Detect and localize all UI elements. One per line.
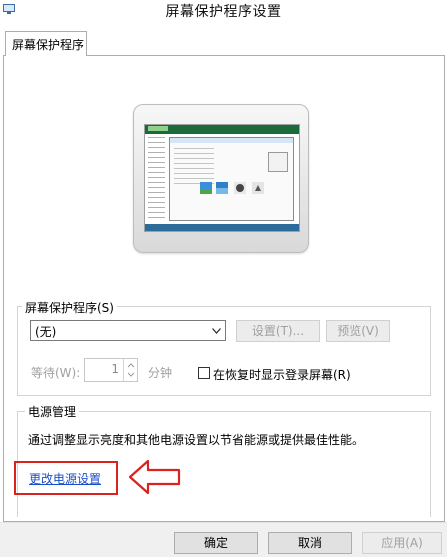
preview-button[interactable]: 预览(V) — [326, 320, 390, 342]
wait-label: 等待(W): — [31, 366, 81, 380]
screensaver-group-label: 屏幕保护程序(S) — [22, 299, 117, 316]
screen-header — [145, 125, 299, 134]
screen-taskbar — [145, 224, 299, 231]
chevron-down-icon — [212, 328, 221, 334]
spinner-arrows-icon — [127, 363, 135, 377]
title-bar: 屏幕保护程序设置 — [0, 0, 447, 22]
screen-thumbnail-icon — [200, 182, 212, 194]
monitor-screen — [144, 124, 300, 232]
screensaver-dropdown[interactable]: (无) — [30, 320, 226, 341]
window-title: 屏幕保护程序设置 — [165, 4, 282, 20]
left-arrow-annotation-icon — [128, 459, 181, 495]
tab-screensaver[interactable]: 屏幕保护程序 — [5, 31, 87, 56]
screen-thumbnail-icon — [216, 182, 228, 194]
tab-label: 屏幕保护程序 — [12, 38, 85, 52]
screensaver-selected: (无) — [35, 325, 57, 339]
cancel-button[interactable]: 取消 — [268, 532, 352, 554]
resume-checkbox-label[interactable]: 在恢复时显示登录屏幕(R) — [213, 366, 351, 383]
annotation-highlight-box — [14, 461, 118, 495]
screen-window — [169, 137, 294, 221]
ok-button[interactable]: 确定 — [174, 532, 258, 554]
screen-thumbnail-icon — [234, 182, 246, 194]
apply-button[interactable]: 应用(A) — [362, 532, 442, 554]
screen-sidebar — [148, 137, 165, 222]
resume-checkbox[interactable] — [198, 367, 210, 379]
wait-unit: 分钟 — [148, 366, 173, 380]
settings-button[interactable]: 设置(T)... — [236, 320, 320, 342]
screen-thumbnail-icon — [252, 182, 264, 194]
power-group-label: 电源管理 — [25, 403, 80, 420]
wait-spinner[interactable]: 1 — [84, 358, 138, 382]
power-description: 通过调整显示亮度和其他电源设置以节省能源或提供最佳性能。 — [28, 433, 365, 447]
spinner-updown[interactable] — [123, 359, 137, 381]
wait-value: 1 — [111, 362, 119, 376]
